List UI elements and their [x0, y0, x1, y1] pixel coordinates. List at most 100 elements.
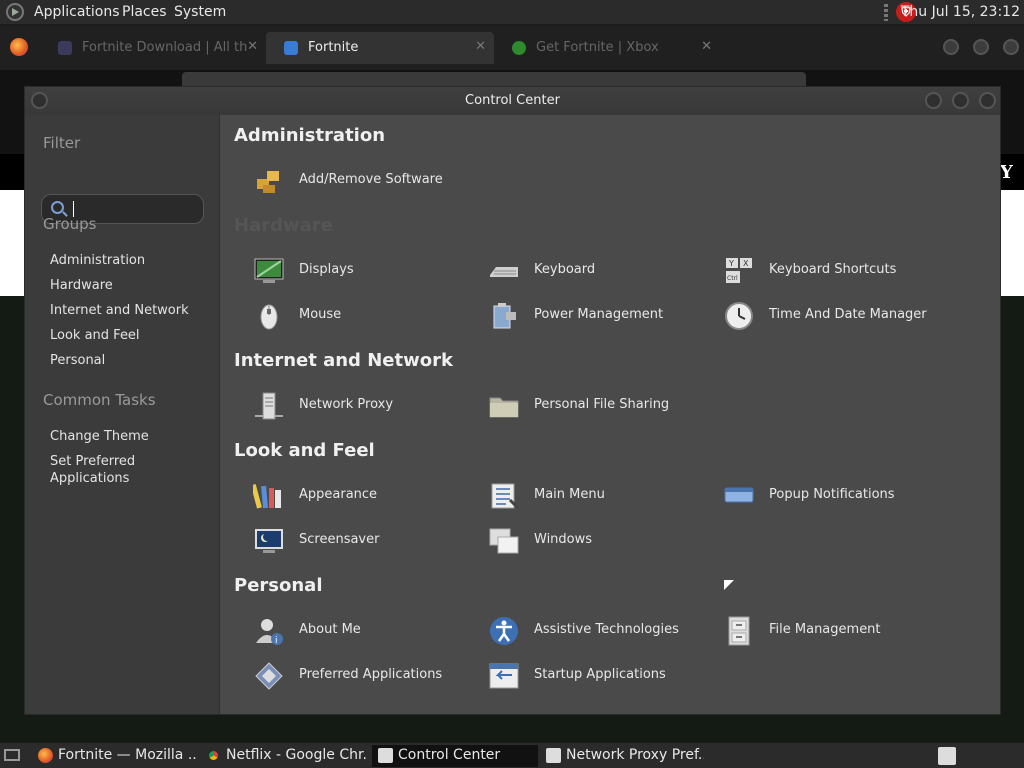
item-label: Startup Applications — [534, 667, 666, 682]
window-titlebar[interactable]: Control Center — [25, 87, 1000, 115]
svg-text:Ctrl: Ctrl — [727, 275, 738, 282]
item-label: Power Management — [534, 307, 664, 322]
item-mouse[interactable]: Mouse — [239, 296, 469, 336]
item-label: Time And Date Manager — [769, 307, 927, 322]
group-hardware[interactable]: Hardware — [50, 277, 210, 294]
item-windows[interactable]: Windows — [474, 521, 704, 561]
item-label: Network Proxy — [299, 397, 394, 412]
item-label: Mouse — [299, 307, 342, 322]
fortnite-favicon-icon — [58, 41, 72, 55]
taskbar-item[interactable]: Netflix - Google Chr... — [200, 745, 368, 767]
firefox-icon[interactable] — [10, 38, 28, 56]
item-label: Screensaver — [299, 532, 380, 547]
menu-system[interactable]: System — [174, 4, 226, 20]
item-keyboard[interactable]: Keyboard — [474, 251, 704, 291]
startup-apps-icon — [489, 663, 519, 689]
file-cabinet-icon — [728, 616, 750, 646]
browser-tab-label: Fortnite Download | All th — [82, 40, 248, 55]
close-window-icon[interactable] — [1003, 39, 1019, 55]
control-center-window: Control Center Filter Groups Administrat… — [24, 86, 1001, 715]
maximize-icon[interactable] — [952, 92, 969, 109]
item-popup-notifications[interactable]: Popup Notifications — [709, 476, 939, 516]
item-add-remove-software[interactable]: Add/Remove Software — [239, 161, 469, 201]
page-header-letter: Y — [1000, 162, 1013, 183]
distro-logo-icon[interactable] — [6, 3, 24, 21]
category-title-hardware: Hardware — [234, 215, 333, 236]
close-tab-icon[interactable]: ✕ — [475, 39, 486, 54]
item-network-proxy[interactable]: Network Proxy — [239, 386, 469, 426]
maximize-icon[interactable] — [973, 39, 989, 55]
tray-control-center-icon[interactable] — [938, 747, 956, 765]
item-label: Main Menu — [534, 487, 605, 502]
group-administration[interactable]: Administration — [50, 252, 210, 269]
item-time-and-date-manager[interactable]: Time And Date Manager — [709, 296, 939, 336]
item-personal-file-sharing[interactable]: Personal File Sharing — [474, 386, 704, 426]
screensaver-icon — [255, 529, 283, 553]
xbox-favicon-icon — [512, 41, 526, 55]
category-title-personal: Personal — [234, 575, 323, 596]
menu-places[interactable]: Places — [122, 4, 167, 20]
category-title-administration: Administration — [234, 125, 386, 146]
item-startup-applications[interactable]: Startup Applications — [474, 656, 704, 696]
preferred-apps-icon — [255, 662, 283, 690]
item-displays[interactable]: Displays — [239, 251, 469, 291]
main-menu-icon — [491, 483, 520, 510]
svg-text:X: X — [743, 259, 749, 268]
groups-heading: Groups — [43, 215, 97, 233]
taskbar-item[interactable]: Fortnite — Mozilla ... — [32, 745, 196, 767]
item-screensaver[interactable]: Screensaver — [239, 521, 469, 561]
item-label: File Management — [769, 622, 881, 637]
task-set-preferred-applications[interactable]: Set Preferred Applications — [50, 453, 160, 487]
clock[interactable]: Thu Jul 15, 23:12 — [901, 4, 1020, 20]
group-look-and-feel[interactable]: Look and Feel — [50, 327, 210, 344]
item-label: Appearance — [299, 487, 378, 502]
category-title-look-and-feel: Look and Feel — [234, 440, 375, 461]
group-internet-and-network[interactable]: Internet and Network — [50, 302, 210, 319]
item-label: Personal File Sharing — [534, 397, 670, 412]
taskbar-item-label: Netflix - Google Chr... — [226, 747, 368, 763]
taskbar-item-active[interactable]: Control Center — [372, 745, 538, 767]
item-label: Assistive Technologies — [534, 622, 679, 637]
item-power-management[interactable]: Power Management — [474, 296, 704, 336]
browser-tab-active[interactable]: Fortnite ✕ — [266, 32, 494, 64]
minimize-icon[interactable] — [943, 39, 959, 55]
item-keyboard-shortcuts[interactable]: Y X Ctrl Keyboard Shortcuts — [709, 251, 939, 291]
close-tab-icon[interactable]: ✕ — [247, 39, 258, 54]
item-label: Displays — [299, 262, 354, 277]
fortnite-favicon-icon — [284, 41, 298, 55]
item-preferred-applications[interactable]: Preferred Applications — [239, 656, 469, 696]
group-personal[interactable]: Personal — [50, 352, 210, 369]
window-menu-icon[interactable] — [31, 92, 48, 109]
item-main-menu[interactable]: Main Menu — [474, 476, 704, 516]
software-package-icon — [257, 171, 279, 193]
show-desktop-icon[interactable] — [4, 749, 20, 761]
taskbar-item[interactable]: Network Proxy Pref... — [540, 745, 704, 767]
item-label: Add/Remove Software — [299, 172, 443, 187]
browser-tab-bar: Fortnite Download | All th ✕ Fortnite ✕ … — [0, 26, 1024, 70]
item-assistive-technologies[interactable]: Assistive Technologies — [474, 611, 704, 651]
item-about-me[interactable]: i About Me — [239, 611, 469, 651]
item-file-management[interactable]: File Management — [709, 611, 939, 651]
taskbar-item-label: Fortnite — Mozilla ... — [58, 747, 196, 763]
window-title: Control Center — [465, 93, 560, 108]
taskbar: Fortnite — Mozilla ... Netflix - Google … — [0, 742, 1024, 768]
taskbar-item-label: Control Center — [398, 747, 501, 763]
windows-icon — [489, 528, 519, 554]
accessibility-icon — [490, 617, 518, 645]
close-window-icon[interactable] — [979, 92, 996, 109]
menu-applications[interactable]: Applications — [34, 4, 120, 20]
taskbar-item-label: Network Proxy Pref... — [566, 747, 704, 763]
clock-icon — [725, 302, 753, 330]
power-management-icon — [493, 303, 516, 329]
minimize-icon[interactable] — [925, 92, 942, 109]
browser-tab[interactable]: Get Fortnite | Xbox ✕ — [494, 32, 720, 64]
item-appearance[interactable]: Appearance — [239, 476, 469, 516]
item-label: Preferred Applications — [299, 667, 443, 682]
item-label: About Me — [299, 622, 361, 637]
panel-handle-icon — [884, 4, 888, 21]
category-title-internet-and-network: Internet and Network — [234, 350, 453, 371]
close-tab-icon[interactable]: ✕ — [701, 39, 712, 54]
browser-tab[interactable]: Fortnite Download | All th ✕ — [40, 32, 266, 64]
task-change-theme[interactable]: Change Theme — [50, 428, 210, 445]
chrome-icon — [206, 748, 221, 763]
